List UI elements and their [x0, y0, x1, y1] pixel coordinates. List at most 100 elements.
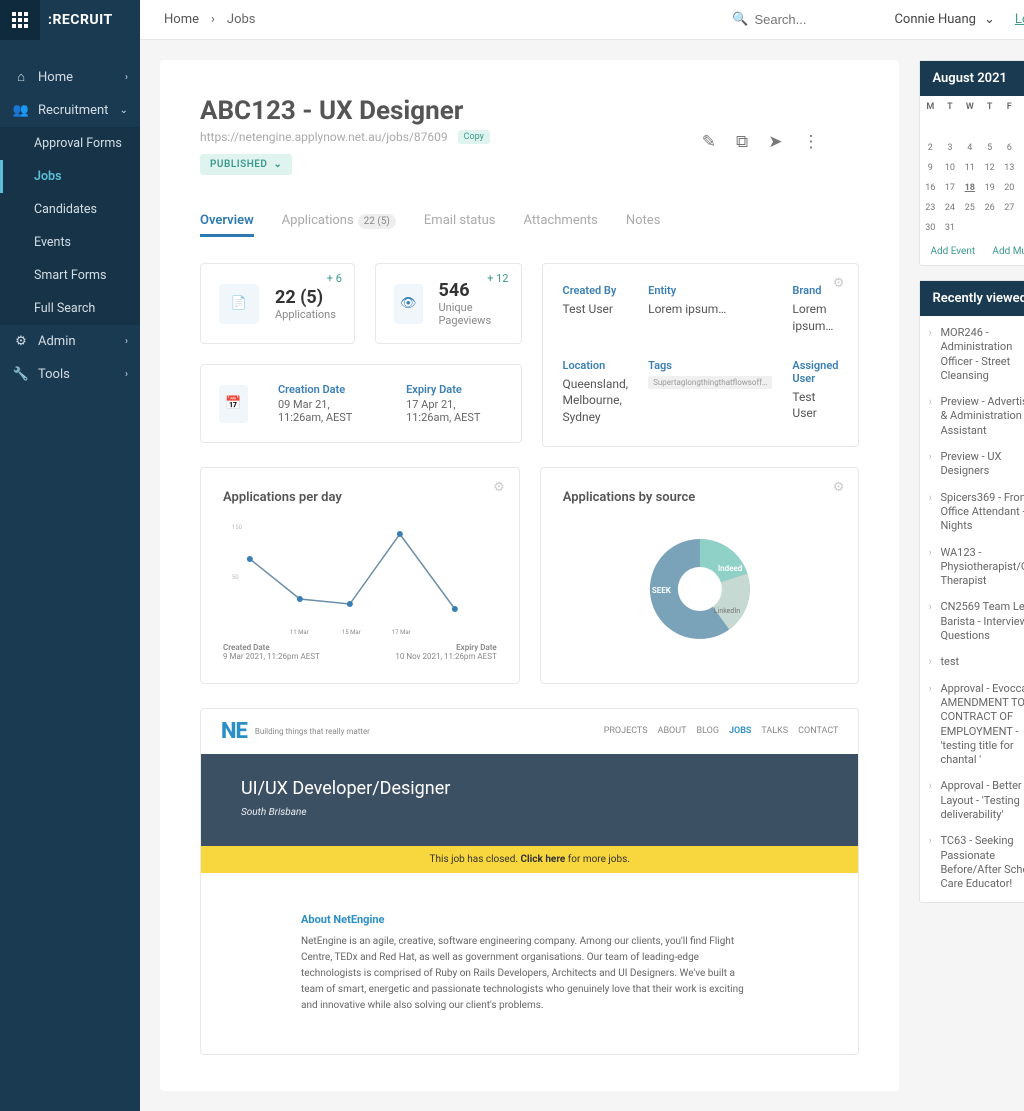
- brand-row: :RECRUIT: [0, 0, 140, 40]
- cal-day: [920, 118, 940, 138]
- tab-overview[interactable]: Overview: [200, 205, 254, 236]
- cal-day[interactable]: 10: [940, 158, 960, 178]
- copy-icon[interactable]: ⧉: [736, 132, 748, 152]
- cal-day[interactable]: 25: [960, 198, 980, 218]
- nav-sub-label: Events: [34, 235, 71, 250]
- pv-nav-item[interactable]: JOBS: [729, 726, 751, 736]
- nav-admin[interactable]: ⚙ Admin ›: [0, 325, 140, 358]
- gear-icon[interactable]: ⚙: [493, 480, 505, 495]
- cal-day[interactable]: 4: [960, 138, 980, 158]
- primary-nav: ⌂ Home › 👥 Recruitment ⌄ Approval Forms …: [0, 40, 140, 391]
- cal-day[interactable]: 16: [920, 178, 940, 198]
- cal-day[interactable]: 5: [980, 138, 1000, 158]
- recent-item[interactable]: Approval - Evocca - AMENDMENT TO CONTRAC…: [920, 676, 1024, 774]
- cal-day[interactable]: 7: [1019, 138, 1024, 158]
- recent-item[interactable]: MOR246 - Administration Officer - Street…: [920, 320, 1024, 389]
- more-icon[interactable]: ⋮: [802, 132, 819, 152]
- cal-day[interactable]: 20: [999, 178, 1019, 198]
- nav-approval-forms[interactable]: Approval Forms: [0, 127, 140, 160]
- calendar-panel: August 2021 MTWTFSS 12345678910111213141…: [919, 60, 1024, 266]
- cal-day[interactable]: 9: [920, 158, 940, 178]
- cal-day[interactable]: 27: [999, 198, 1019, 218]
- recent-item[interactable]: Preview - Advertising & Administration A…: [920, 389, 1024, 444]
- nav-home[interactable]: ⌂ Home ›: [0, 60, 140, 94]
- user-menu[interactable]: Connie Huang ⌄: [894, 12, 994, 27]
- cal-day[interactable]: 11: [960, 158, 980, 178]
- recent-item[interactable]: CN2569 Team Leader Barista - Interview Q…: [920, 594, 1024, 649]
- nav-smart-forms[interactable]: Smart Forms: [0, 259, 140, 292]
- meta-label: Location: [563, 359, 629, 372]
- recent-item[interactable]: WA123 - Physiotherapist/Occupational The…: [920, 540, 1024, 595]
- chevron-down-icon: ⌄: [273, 159, 282, 170]
- tab-notes[interactable]: Notes: [626, 205, 661, 236]
- add-event-link[interactable]: Add Event: [930, 246, 975, 257]
- add-multiple-link[interactable]: Add Multiple: [992, 246, 1024, 257]
- share-icon[interactable]: ➤: [768, 132, 782, 152]
- stat-applications[interactable]: + 6 📄 22 (5) Applications: [200, 263, 355, 344]
- cal-day: [980, 118, 1000, 138]
- cal-day: [980, 218, 1000, 238]
- banner-link[interactable]: Click here: [520, 854, 565, 865]
- cal-day[interactable]: 12: [980, 158, 1000, 178]
- tab-email-status[interactable]: Email status: [424, 205, 496, 236]
- preview-nav: PROJECTS ABOUT BLOG JOBS TALKS CONTACT: [604, 726, 839, 736]
- meta-card: ⚙ Created ByTest User EntityLorem ipsum……: [542, 263, 860, 447]
- cal-day[interactable]: 30: [920, 218, 940, 238]
- pv-nav-item[interactable]: CONTACT: [798, 726, 838, 736]
- status-pill[interactable]: PUBLISHED ⌄: [200, 154, 292, 175]
- global-search[interactable]: 🔍: [732, 12, 874, 27]
- tabs: Overview Applications22 (5) Email status…: [200, 205, 859, 237]
- logout-link[interactable]: Logout: [1015, 12, 1024, 27]
- recent-item[interactable]: test: [920, 649, 1024, 675]
- recent-item[interactable]: Spicers369 - Front Office Attendant - Ni…: [920, 485, 1024, 540]
- nav-candidates[interactable]: Candidates: [0, 193, 140, 226]
- recent-list: MOR246 - Administration Officer - Street…: [920, 316, 1024, 902]
- nav-jobs[interactable]: Jobs: [0, 160, 140, 193]
- nav-full-search[interactable]: Full Search: [0, 292, 140, 325]
- gear-icon[interactable]: ⚙: [833, 480, 845, 495]
- recent-item[interactable]: TC63 - Seeking Passionate Before/After S…: [920, 828, 1024, 897]
- copy-url-button[interactable]: Copy: [458, 130, 490, 144]
- tab-applications[interactable]: Applications22 (5): [282, 205, 396, 236]
- cal-day[interactable]: 24: [940, 198, 960, 218]
- gear-icon[interactable]: ⚙: [833, 276, 845, 291]
- app-grid-icon[interactable]: [0, 0, 40, 40]
- brand-name: :RECRUIT: [40, 0, 140, 40]
- cal-day[interactable]: 26: [980, 198, 1000, 218]
- cal-day[interactable]: 31: [940, 218, 960, 238]
- cal-day[interactable]: 21: [1019, 178, 1024, 198]
- cal-day[interactable]: 28: [1019, 198, 1024, 218]
- recent-item[interactable]: Preview - UX Designers: [920, 444, 1024, 485]
- chart-title: Applications by source: [563, 490, 837, 505]
- nav-recruitment[interactable]: 👥 Recruitment ⌄: [0, 94, 140, 127]
- cal-day[interactable]: 2: [920, 138, 940, 158]
- stat-delta: + 6: [327, 272, 342, 285]
- pv-nav-item[interactable]: ABOUT: [658, 726, 687, 736]
- breadcrumb-home[interactable]: Home: [164, 12, 199, 27]
- eye-icon: 👁: [394, 284, 423, 324]
- cal-day[interactable]: 3: [940, 138, 960, 158]
- calendar-icon: 📅: [219, 385, 248, 423]
- nav-tools[interactable]: 🔧 Tools ›: [0, 358, 140, 391]
- cal-day[interactable]: 23: [920, 198, 940, 218]
- tab-attachments[interactable]: Attachments: [524, 205, 598, 236]
- cal-day[interactable]: 6: [999, 138, 1019, 158]
- cal-day[interactable]: 14: [1019, 158, 1024, 178]
- pv-nav-item[interactable]: PROJECTS: [604, 726, 648, 736]
- svg-text:150: 150: [232, 524, 243, 531]
- nav-home-label: Home: [38, 70, 73, 85]
- pv-nav-item[interactable]: TALKS: [761, 726, 788, 736]
- pv-nav-item[interactable]: BLOG: [696, 726, 719, 736]
- cal-day[interactable]: 18: [960, 178, 980, 198]
- edit-icon[interactable]: ✎: [702, 132, 716, 152]
- cal-day[interactable]: 19: [980, 178, 1000, 198]
- search-input[interactable]: [754, 12, 874, 27]
- nav-events[interactable]: Events: [0, 226, 140, 259]
- cal-day-head: S: [1019, 96, 1024, 118]
- cal-day[interactable]: 17: [940, 178, 960, 198]
- cal-day[interactable]: 13: [999, 158, 1019, 178]
- tag-chip[interactable]: Supertaglongthingthatflowsoff…: [648, 376, 772, 389]
- recent-item[interactable]: Approval - Better Layout - 'Testing deli…: [920, 773, 1024, 828]
- axis-label: Created Date: [223, 643, 320, 652]
- stat-pageviews[interactable]: + 12 👁 546 Unique Pageviews: [375, 263, 522, 344]
